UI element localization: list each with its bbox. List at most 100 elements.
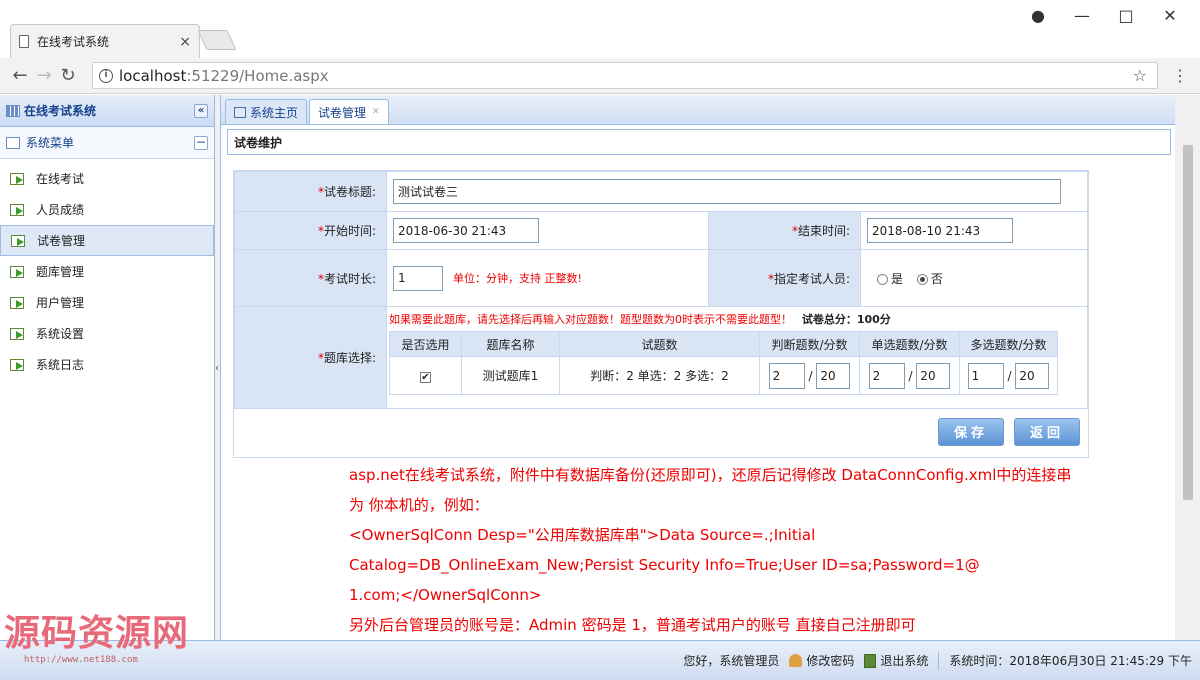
sidebar-title: 在线考试系统: [24, 104, 97, 118]
label-text: 考试时长:: [323, 271, 376, 286]
sidebar-item-label: 系统日志: [36, 358, 85, 372]
multi-count-input[interactable]: 1: [967, 362, 1004, 389]
assign-no-label: 否: [930, 271, 943, 286]
end-time-input[interactable]: 2018-08-10 21:43: [867, 218, 1013, 243]
sidebar-item-label: 人员成绩: [36, 203, 85, 217]
minimize-icon[interactable]: —: [1060, 6, 1104, 25]
description-line: 1.com;</OwnerSqlConn>: [349, 586, 542, 604]
sidebar-item-paper-management[interactable]: 试卷管理: [0, 225, 214, 256]
change-password-link[interactable]: 修改密码: [789, 652, 854, 669]
info-icon[interactable]: i: [99, 68, 113, 83]
browser-titlebar: 在线考试系统 × ● — □ ✕: [0, 0, 1200, 58]
total-score: 试卷总分：100分: [801, 313, 891, 326]
collapse-sidebar-icon[interactable]: «: [194, 103, 208, 118]
bank-header: 试题数: [559, 331, 760, 357]
tab-home[interactable]: 系统主页: [225, 99, 308, 124]
sidebar-item-label: 题库管理: [36, 265, 85, 279]
description-line: <OwnerSqlConn Desp="公用库数据库串">Data Source…: [349, 526, 816, 544]
bank-header: 判断题数/分数: [759, 331, 860, 357]
close-window-icon[interactable]: ✕: [1148, 6, 1192, 25]
watermark-url: http://www.net188.com: [24, 655, 138, 665]
account-icon[interactable]: ●: [1016, 6, 1060, 25]
sidebar-item-users[interactable]: 用户管理: [0, 287, 214, 318]
url-text: localhost:51229/Home.aspx: [119, 67, 329, 85]
logout-link[interactable]: 退出系统: [864, 652, 928, 669]
sidebar: 在线考试系统 « 系统菜单 − 在线考试 人员成绩 试卷管理 题库管理 用户管理…: [0, 95, 215, 640]
address-bar[interactable]: i localhost:51229/Home.aspx ☆: [92, 62, 1158, 89]
assign-cell: 是 否: [860, 249, 1088, 307]
bank-label: *题库选择:: [234, 306, 387, 409]
maximize-icon[interactable]: □: [1104, 6, 1148, 25]
browser-tab[interactable]: 在线考试系统 ×: [10, 24, 200, 58]
end-cell: 2018-08-10 21:43: [860, 211, 1088, 250]
app-area: 在线考试系统 « 系统菜单 − 在线考试 人员成绩 试卷管理 题库管理 用户管理…: [0, 95, 1200, 640]
assign-yes-radio[interactable]: [877, 273, 888, 285]
assign-no-radio[interactable]: [916, 273, 928, 285]
judge-count-input[interactable]: 2: [768, 362, 805, 389]
save-button[interactable]: 保存: [938, 417, 1004, 446]
start-label: *开始时间:: [234, 211, 387, 250]
change-password-label: 修改密码: [806, 654, 855, 668]
user-icon: [789, 654, 803, 667]
url-path: :51229/Home.aspx: [186, 66, 329, 85]
watermark: 源码资源网 http://www.net188.com: [4, 612, 209, 674]
title-input[interactable]: 测试试卷三: [393, 179, 1061, 204]
close-tab-icon[interactable]: ×: [179, 34, 191, 50]
bank-header: 是否选用: [389, 331, 462, 357]
logout-label: 退出系统: [880, 654, 929, 668]
sidebar-item-logs[interactable]: 系统日志: [0, 349, 214, 380]
description-line: 为 你本机的，例如：: [349, 496, 489, 514]
start-time-input[interactable]: 2018-06-30 21:43: [393, 218, 539, 243]
new-tab-button[interactable]: [197, 30, 237, 50]
duration-input[interactable]: 1: [393, 265, 443, 291]
multi-score-input[interactable]: 20: [1015, 362, 1050, 389]
assign-label: *指定考试人员:: [708, 249, 861, 307]
arrow-right-icon: [10, 358, 24, 371]
bank-header: 多选题数/分数: [959, 331, 1058, 357]
browser-tab-title: 在线考试系统: [37, 35, 110, 49]
arrow-right-icon: [10, 296, 24, 309]
bookmark-star-icon[interactable]: ☆: [1133, 66, 1147, 85]
browser-menu-icon[interactable]: ⋮: [1172, 66, 1188, 85]
assign-yes-label: 是: [891, 271, 904, 286]
page-icon: [19, 35, 29, 48]
panel-title: 试卷维护: [227, 129, 1171, 155]
home-icon: [234, 106, 246, 118]
forward-arrow-icon[interactable]: →: [32, 65, 56, 86]
single-score-input[interactable]: 20: [916, 362, 951, 389]
duration-hint: 单位：分钟，支持 正整数!: [453, 272, 582, 285]
bank-select-checkbox[interactable]: ✔: [420, 371, 431, 383]
sidebar-item-settings[interactable]: 系统设置: [0, 318, 214, 349]
scrollbar-thumb[interactable]: [1183, 145, 1193, 500]
sidebar-item-scores[interactable]: 人员成绩: [0, 194, 214, 225]
menu-header[interactable]: 系统菜单 −: [0, 127, 214, 159]
paper-form: *试卷标题: 测试试卷三 *开始时间: 2018-06-30 21:43 *结束…: [233, 170, 1089, 458]
duration-cell: 1 单位：分钟，支持 正整数!: [386, 249, 709, 307]
arrow-right-icon: [10, 203, 24, 216]
label-text: 指定考试人员:: [773, 271, 850, 286]
tab-label: 系统主页: [250, 105, 299, 120]
menu-title: 系统菜单: [26, 136, 75, 150]
grid-icon: [6, 104, 20, 117]
back-arrow-icon[interactable]: ←: [8, 65, 32, 86]
menu-box-icon: [6, 136, 20, 149]
judge-score-input[interactable]: 20: [816, 362, 851, 389]
vertical-scrollbar[interactable]: [1175, 95, 1200, 640]
sidebar-item-question-bank[interactable]: 题库管理: [0, 256, 214, 287]
close-tab-icon[interactable]: ✕: [372, 107, 380, 117]
bank-cell: 如果需要此题库，请先选择后再输入对应题数！题型题数为0时表示不需要此题型！ 试卷…: [386, 306, 1088, 409]
sidebar-item-online-exam[interactable]: 在线考试: [0, 163, 214, 194]
label-text: 题库选择:: [323, 351, 376, 365]
address-toolbar: ← → ↻ i localhost:51229/Home.aspx ☆ ⋮: [0, 58, 1200, 94]
divider: [938, 651, 940, 670]
splitter-handle-icon[interactable]: ‹: [215, 363, 219, 374]
tab-paper-management[interactable]: 试卷管理 ✕: [309, 99, 389, 124]
duration-label: *考试时长:: [234, 249, 387, 307]
reload-icon[interactable]: ↻: [56, 65, 80, 86]
arrow-right-icon: [10, 327, 24, 340]
window-controls: ● — □ ✕: [1016, 6, 1192, 25]
back-button[interactable]: 返回: [1014, 417, 1080, 446]
single-count-input[interactable]: 2: [868, 362, 905, 389]
collapse-menu-icon[interactable]: −: [194, 135, 208, 150]
bank-table: 是否选用 题库名称 试题数 判断题数/分数 单选题数/分数 多选题数/分数 ✔ …: [389, 331, 1058, 395]
